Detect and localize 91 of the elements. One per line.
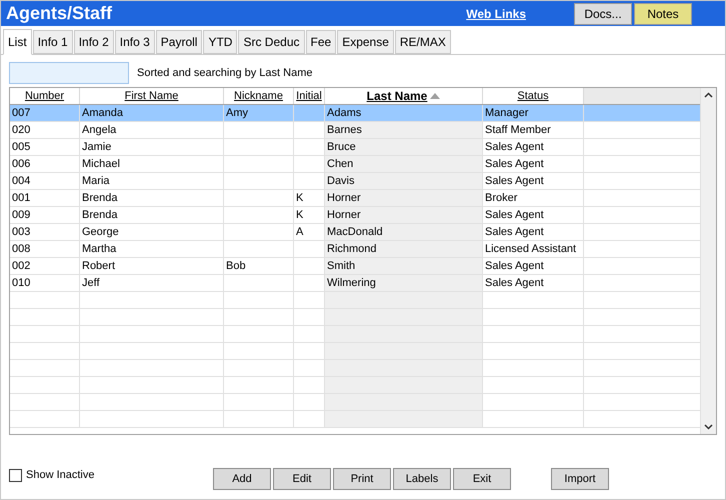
table-cell-text: 010: [12, 276, 30, 291]
table-cell-text: Sales Agent: [485, 208, 544, 223]
table-cell-text: 004: [12, 174, 30, 189]
table-cell-text: Sales Agent: [485, 174, 544, 189]
table-cell-text: 003: [12, 224, 30, 240]
show-inactive-label: Show Inactive: [26, 468, 94, 483]
table-row[interactable]: 007 Amanda Amy Adams Manager: [10, 105, 700, 122]
table-cell-text: Adams: [327, 106, 362, 121]
table-cell-text: Staff Member: [485, 122, 551, 138]
table-row[interactable]: 020 Angela Barnes Staff Member: [10, 122, 700, 139]
window-title: Agents/Staff: [6, 2, 112, 25]
table-cell-text: Chen: [327, 156, 354, 172]
action-button[interactable]: Edit: [273, 468, 331, 490]
table-cell-text: Sales Agent: [485, 258, 544, 274]
docs-button[interactable]: Docs...: [574, 2, 632, 24]
table-cell-text: 005: [12, 140, 30, 155]
tab[interactable]: List: [3, 29, 32, 55]
tab[interactable]: Payroll: [156, 30, 202, 54]
table-cell-text: Sales Agent: [485, 276, 544, 291]
table-cell-text: Robert: [82, 258, 116, 274]
table-cell-text: Bruce: [327, 140, 356, 155]
table-cell-text: Jeff: [82, 276, 100, 291]
table-cell-text: A: [296, 224, 304, 240]
table-cell-text: Jamie: [82, 140, 112, 155]
table-cell-text: Michael: [82, 156, 120, 172]
scroll-up-icon[interactable]: [704, 92, 713, 98]
tab[interactable]: Fee: [306, 30, 336, 54]
import-button[interactable]: Import: [551, 468, 609, 490]
table-cell-text: K: [296, 190, 304, 206]
table-cell-text: Licensed Assistant: [485, 242, 576, 257]
table-row[interactable]: 002 Robert Bob Smith Sales Agent: [10, 258, 700, 275]
table-cell-text: K: [296, 208, 304, 223]
tab[interactable]: Info 2: [74, 30, 114, 54]
table-row[interactable]: 001 Brenda K Horner Broker: [10, 190, 700, 207]
table-cell-text: Maria: [82, 174, 110, 189]
table-cell-text: Richmond: [327, 242, 377, 257]
table-cell-text: Broker: [485, 190, 518, 206]
scroll-down-icon[interactable]: [704, 424, 713, 430]
tab[interactable]: RE/MAX: [394, 30, 451, 54]
table-cell-text: Amanda: [82, 106, 123, 121]
tab[interactable]: Src Deduc: [238, 30, 304, 54]
table-row[interactable]: 004 Maria Davis Sales Agent: [10, 173, 700, 190]
table-cell-text: Amy: [226, 106, 248, 121]
table-cell-text: 009: [12, 208, 30, 223]
table-cell-text: Angela: [82, 122, 116, 138]
column-header[interactable]: Nickname: [224, 88, 294, 104]
action-button[interactable]: Print: [333, 468, 391, 490]
column-header[interactable]: Last Name: [325, 88, 483, 104]
table-cell-text: Sales Agent: [485, 156, 544, 172]
table-cell-text: George: [82, 224, 119, 240]
table-cell-text: 006: [12, 156, 30, 172]
web-links-link[interactable]: Web Links: [466, 4, 526, 22]
table-row[interactable]: 009 Brenda K Horner Sales Agent: [10, 207, 700, 224]
table-row[interactable]: 005 Jamie Bruce Sales Agent: [10, 139, 700, 156]
table-row[interactable]: 008 Martha Richmond Licensed Assistant: [10, 241, 700, 258]
table-cell-text: Sales Agent: [485, 140, 544, 155]
action-button[interactable]: Labels: [393, 468, 451, 490]
table-cell-text: 001: [12, 190, 30, 206]
table-cell-text: Manager: [485, 106, 528, 121]
table-cell-text: Martha: [82, 242, 116, 257]
action-button[interactable]: Exit: [453, 468, 511, 490]
scrollbar[interactable]: [700, 88, 716, 434]
tab[interactable]: Info 1: [32, 30, 73, 54]
table-row[interactable]: 003 George A MacDonald Sales Agent: [10, 224, 700, 241]
table-cell-text: Smith: [327, 258, 356, 274]
table-cell-text: Brenda: [82, 208, 118, 223]
table-cell-text: Sales Agent: [485, 224, 544, 240]
sort-hint: Sorted and searching by Last Name: [137, 66, 312, 81]
table-cell-text: 008: [12, 242, 30, 257]
table-cell-text: Brenda: [82, 190, 118, 206]
tab[interactable]: Expense: [337, 30, 394, 54]
table-cell-text: Barnes: [327, 122, 362, 138]
table-cell-text: 020: [12, 122, 30, 138]
column-header[interactable]: First Name: [80, 88, 224, 104]
tab[interactable]: YTD: [203, 30, 238, 54]
table-row[interactable]: 006 Michael Chen Sales Agent: [10, 156, 700, 173]
table-row[interactable]: 010 Jeff Wilmering Sales Agent: [10, 275, 700, 292]
table-cell-text: Horner: [327, 190, 361, 206]
table-cell-text: Wilmering: [327, 276, 376, 291]
table-cell-text: 007: [12, 106, 30, 121]
table-cell-text: Horner: [327, 208, 361, 223]
table-cell-text: MacDonald: [327, 224, 383, 240]
tab[interactable]: Info 3: [114, 30, 155, 54]
notes-button[interactable]: Notes: [634, 2, 692, 24]
action-button[interactable]: Add: [213, 468, 271, 490]
column-header[interactable]: Initial: [294, 88, 325, 104]
table-cell-text: Bob: [226, 258, 246, 274]
column-header[interactable]: Number: [10, 88, 80, 104]
table-cell-text: Davis: [327, 174, 355, 189]
table-cell-text: 002: [12, 258, 30, 274]
search-field[interactable]: [9, 62, 129, 84]
